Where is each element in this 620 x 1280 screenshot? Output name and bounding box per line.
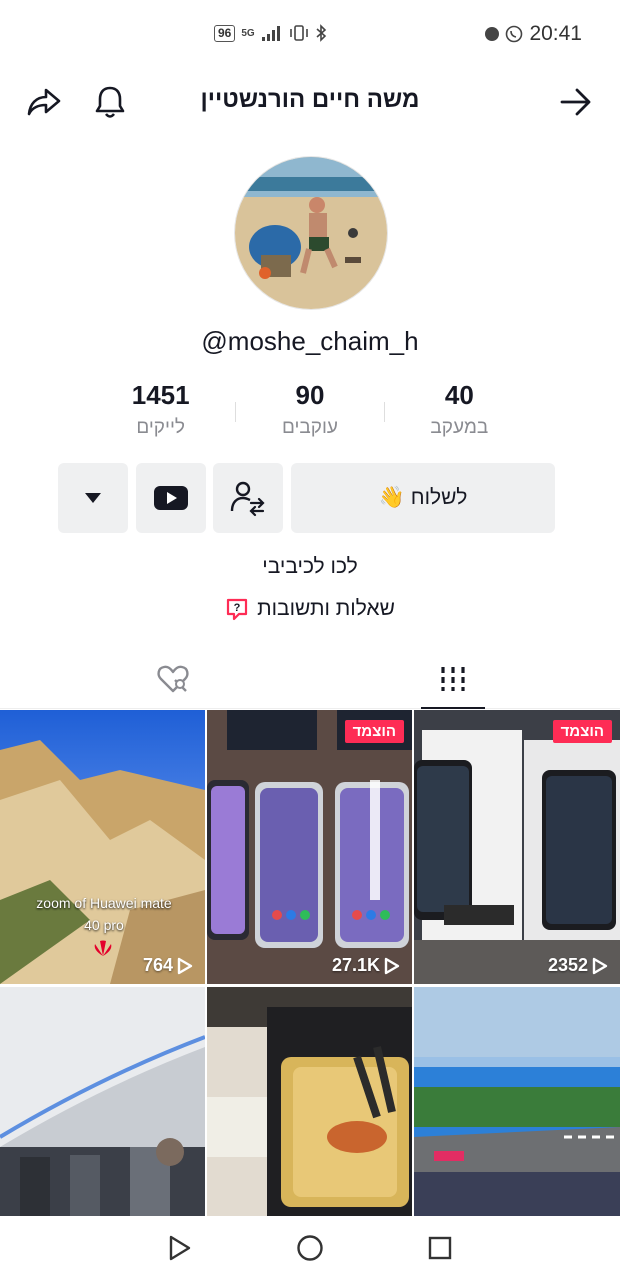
grid-lines-icon [441, 667, 465, 691]
status-right: 20:41 [485, 22, 582, 46]
followers-count: 90 [295, 380, 325, 410]
question-bubble-icon: ? [226, 598, 248, 621]
triangle-down-icon [85, 493, 101, 503]
view-count-text: 2352 [547, 955, 588, 975]
status-left: 96 5G [214, 24, 327, 42]
send-message-button[interactable]: לשלוח 👋 [291, 463, 555, 533]
send-label: לשלוח [410, 486, 468, 509]
likes-count: 1451 [131, 380, 190, 410]
play-outline-icon [177, 957, 193, 974]
pinned-badge: הוצמד [552, 720, 612, 743]
stats-row: 1451 לייקים 90 עוקבים 40 במעקב [86, 380, 534, 450]
play-outline-icon [384, 957, 400, 974]
content-tabs [0, 650, 620, 709]
huawei-logo-icon [91, 940, 115, 958]
thumbnail-image [207, 710, 412, 984]
video-thumbnail[interactable] [0, 987, 205, 1216]
back-triangle-icon[interactable] [164, 1232, 196, 1264]
video-grid: zoom of Huawei mate 40 pro 764 הוצמד 27.… [0, 710, 620, 1216]
video-thumbnail[interactable]: zoom of Huawei mate 40 pro 764 [0, 710, 205, 984]
view-count: 764 [143, 955, 193, 976]
thumbnail-image [0, 987, 205, 1216]
play-outline-icon [592, 957, 608, 974]
view-count-text: 27.1K [331, 955, 380, 975]
pinned-badge: הוצמד [344, 720, 404, 743]
thumbnail-image [414, 710, 620, 984]
qa-link[interactable]: שאלות ותשובות ? [0, 597, 620, 621]
person-swap-icon [230, 481, 265, 517]
add-friends-button[interactable] [213, 463, 283, 533]
followers-label: עוקבים [281, 417, 338, 438]
wave-emoji: 👋 [378, 486, 405, 509]
stat-followers[interactable]: 90 עוקבים [235, 380, 384, 450]
video-caption-overlay: zoom of Huawei mate 40 pro [36, 895, 172, 933]
battery-indicator: 96 [214, 24, 236, 42]
stat-likes[interactable]: 1451 לייקים [86, 380, 235, 450]
stat-following[interactable]: 40 במעקב [385, 380, 534, 450]
username: @moshe_chaim_h [201, 326, 419, 356]
following-count: 40 [444, 380, 474, 410]
view-count: 27.1K [332, 955, 400, 976]
view-count: 2352 [548, 955, 608, 976]
thumbnail-image [414, 987, 620, 1216]
view-count-text: 764 [142, 955, 173, 975]
video-thumbnail[interactable]: הוצמד 27.1K [207, 710, 412, 984]
bluetooth-icon [316, 24, 326, 42]
clock: 20:41 [529, 22, 582, 45]
avatar[interactable] [234, 156, 388, 310]
video-thumbnail[interactable] [207, 987, 412, 1216]
divider [384, 402, 385, 422]
more-dropdown-button[interactable] [58, 463, 128, 533]
vibrate-icon [289, 25, 308, 41]
recents-square-icon[interactable] [424, 1232, 456, 1264]
svg-text:?: ? [234, 602, 241, 614]
tab-liked[interactable] [18, 650, 328, 708]
divider [235, 402, 236, 422]
youtube-button[interactable] [136, 463, 206, 533]
network-type: 5G [241, 27, 255, 39]
thumbnail-image [207, 987, 412, 1216]
tab-videos[interactable] [298, 650, 608, 708]
video-thumbnail[interactable]: הוצמד 2352 [414, 710, 620, 984]
home-circle-icon[interactable] [294, 1232, 326, 1264]
top-bar: משה חיים הורנשטיין [0, 76, 620, 126]
system-nav-bar [0, 1216, 620, 1280]
hidden-heart-icon [157, 665, 189, 693]
page-title: משה חיים הורנשטיין [200, 86, 420, 113]
qa-label: שאלות ותשובות [257, 597, 395, 620]
whatsapp-icon [506, 25, 523, 43]
signal-icon [261, 26, 280, 41]
active-tab-indicator [421, 707, 485, 709]
record-icon [485, 27, 500, 41]
following-label: במעקב [430, 417, 489, 438]
status-bar: 96 5G 20:41 [0, 0, 620, 72]
video-thumbnail[interactable] [414, 987, 620, 1216]
arrow-right-icon[interactable] [556, 82, 596, 122]
bio-text: לכו לכיביבי [262, 555, 358, 578]
youtube-icon [154, 486, 188, 510]
likes-label: לייקים [136, 417, 185, 438]
